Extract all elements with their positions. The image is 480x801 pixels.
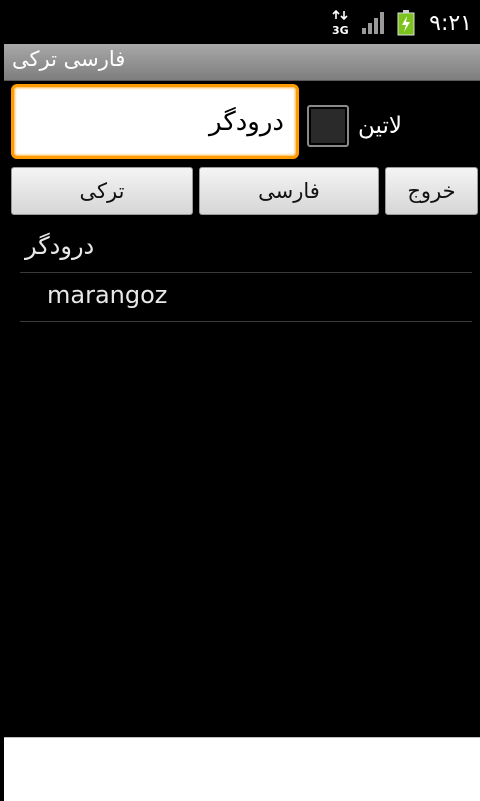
search-input[interactable]: [11, 84, 299, 159]
list-item[interactable]: marangoz: [20, 273, 472, 322]
title-bar: فارسی ترکی: [4, 44, 480, 81]
status-icons: 3G ۹:۲۱: [331, 10, 472, 36]
turkish-button[interactable]: ترکی: [11, 167, 193, 215]
exit-button[interactable]: خروج: [385, 167, 478, 215]
network-type: 3G: [332, 24, 349, 36]
signal-icon: [361, 11, 387, 35]
network-3g-icon: 3G: [331, 10, 351, 36]
bottom-panel: [4, 737, 480, 801]
clock: ۹:۲۱: [429, 10, 472, 36]
latin-label: لاتین: [358, 113, 402, 139]
battery-charging-icon: [397, 10, 415, 36]
list-item[interactable]: درودگر: [20, 224, 472, 273]
status-bar: 3G ۹:۲۱: [0, 0, 480, 44]
result-source-text: درودگر: [25, 232, 95, 260]
persian-button[interactable]: فارسی: [199, 167, 379, 215]
latin-checkbox[interactable]: [307, 105, 349, 147]
result-list: درودگر marangoz: [20, 224, 472, 322]
result-translation-text: marangoz: [47, 281, 168, 309]
app-title: فارسی ترکی: [12, 47, 126, 71]
